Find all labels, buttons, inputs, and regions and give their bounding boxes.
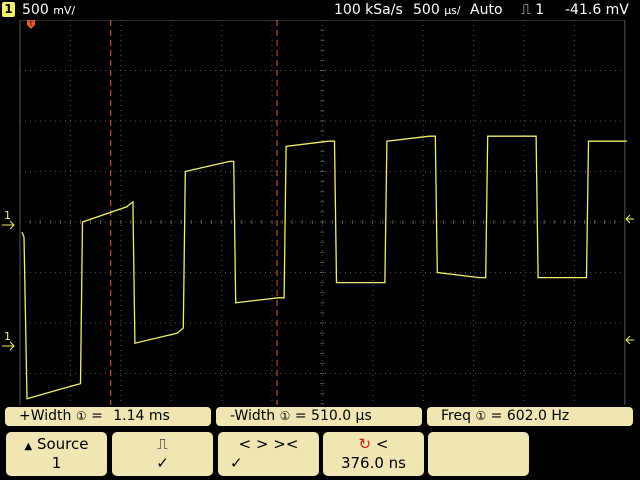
meas-label: +Width bbox=[19, 408, 72, 424]
timebase-unit: µs/ bbox=[444, 4, 461, 17]
trigger-position-label: T bbox=[28, 21, 33, 28]
up-arrow-icon: ▲ bbox=[24, 441, 33, 452]
source-softkey[interactable]: ▲ Source 1 bbox=[6, 432, 107, 476]
cursor-arrows-icon: < > >< bbox=[238, 435, 299, 453]
empty-softkey[interactable] bbox=[428, 432, 529, 476]
meas-label: Freq bbox=[441, 408, 471, 424]
meas-value: 1.14 ms bbox=[113, 408, 170, 424]
source-1-icon: ① bbox=[279, 409, 291, 423]
timebase[interactable]: 500 µs/ bbox=[413, 1, 461, 20]
source-value: 1 bbox=[51, 454, 62, 472]
trigger-edge-icon: ⎍ bbox=[521, 2, 531, 18]
vertical-scale-value: 500 bbox=[22, 2, 49, 18]
scope-display[interactable]: T 1 1 bbox=[0, 20, 640, 405]
timebase-value: 500 bbox=[413, 2, 440, 18]
ch1-ground-marker[interactable]: 1 bbox=[2, 209, 15, 230]
cursor-controls-softkey[interactable]: < > >< ✓ bbox=[218, 432, 319, 476]
sample-rate: 100 kSa/s bbox=[334, 2, 403, 18]
meas-label: -Width bbox=[230, 408, 276, 424]
trigger-source-value: 1 bbox=[535, 2, 545, 18]
ch1-ref-label: 1 bbox=[4, 330, 11, 343]
meas-value: 602.0 Hz bbox=[506, 408, 570, 424]
rotate-knob-icon: ↻ bbox=[358, 435, 372, 453]
measurement-frequency[interactable]: Freq ① = 602.0 Hz bbox=[427, 407, 633, 426]
source-1-icon: ① bbox=[475, 409, 487, 423]
source-label: Source bbox=[36, 435, 89, 453]
check-icon: ✓ bbox=[156, 454, 169, 472]
vertical-scale-unit: mV/ bbox=[53, 4, 76, 17]
cursor-direction-icon: < bbox=[375, 435, 389, 453]
meas-equals: = bbox=[490, 408, 503, 424]
pulse-select-softkey[interactable]: ⎍ ✓ bbox=[112, 432, 213, 476]
cursor-value: 376.0 ns bbox=[340, 454, 407, 472]
trigger-position-marker: T bbox=[27, 20, 35, 29]
meas-equals: = bbox=[294, 408, 307, 424]
ch1-reference-marker: 1 bbox=[2, 330, 15, 351]
channel-1-badge[interactable]: 1 bbox=[2, 2, 15, 17]
meas-value: 510.0 µs bbox=[311, 408, 372, 424]
trigger-level[interactable]: -41.6 mV bbox=[565, 1, 629, 19]
cursor-value-softkey[interactable]: ↻ < 376.0 ns bbox=[323, 432, 424, 476]
trigger-mode[interactable]: Auto bbox=[470, 1, 503, 19]
check-icon: ✓ bbox=[230, 454, 243, 472]
measurement-negative-width[interactable]: -Width ① = 510.0 µs bbox=[216, 407, 422, 426]
trigger-level-arrow[interactable] bbox=[625, 214, 634, 224]
status-bar: 1 500 mV/ 100 kSa/s 500 µs/ Auto ⎍ 1 -41… bbox=[0, 0, 640, 20]
vertical-scale[interactable]: 500 mV/ bbox=[22, 1, 75, 20]
channel-1-waveform bbox=[21, 135, 627, 400]
ch1-ground-label: 1 bbox=[4, 209, 11, 222]
time-cursors[interactable] bbox=[110, 20, 278, 405]
reference-arrow bbox=[625, 335, 634, 345]
pulse-icon: ⎍ bbox=[157, 435, 168, 453]
meas-equals: = bbox=[91, 408, 103, 424]
source-1-icon: ① bbox=[75, 409, 87, 423]
measurement-positive-width[interactable]: +Width ① = 1.14 ms bbox=[5, 407, 211, 426]
trigger-source[interactable]: ⎍ 1 bbox=[521, 1, 544, 19]
